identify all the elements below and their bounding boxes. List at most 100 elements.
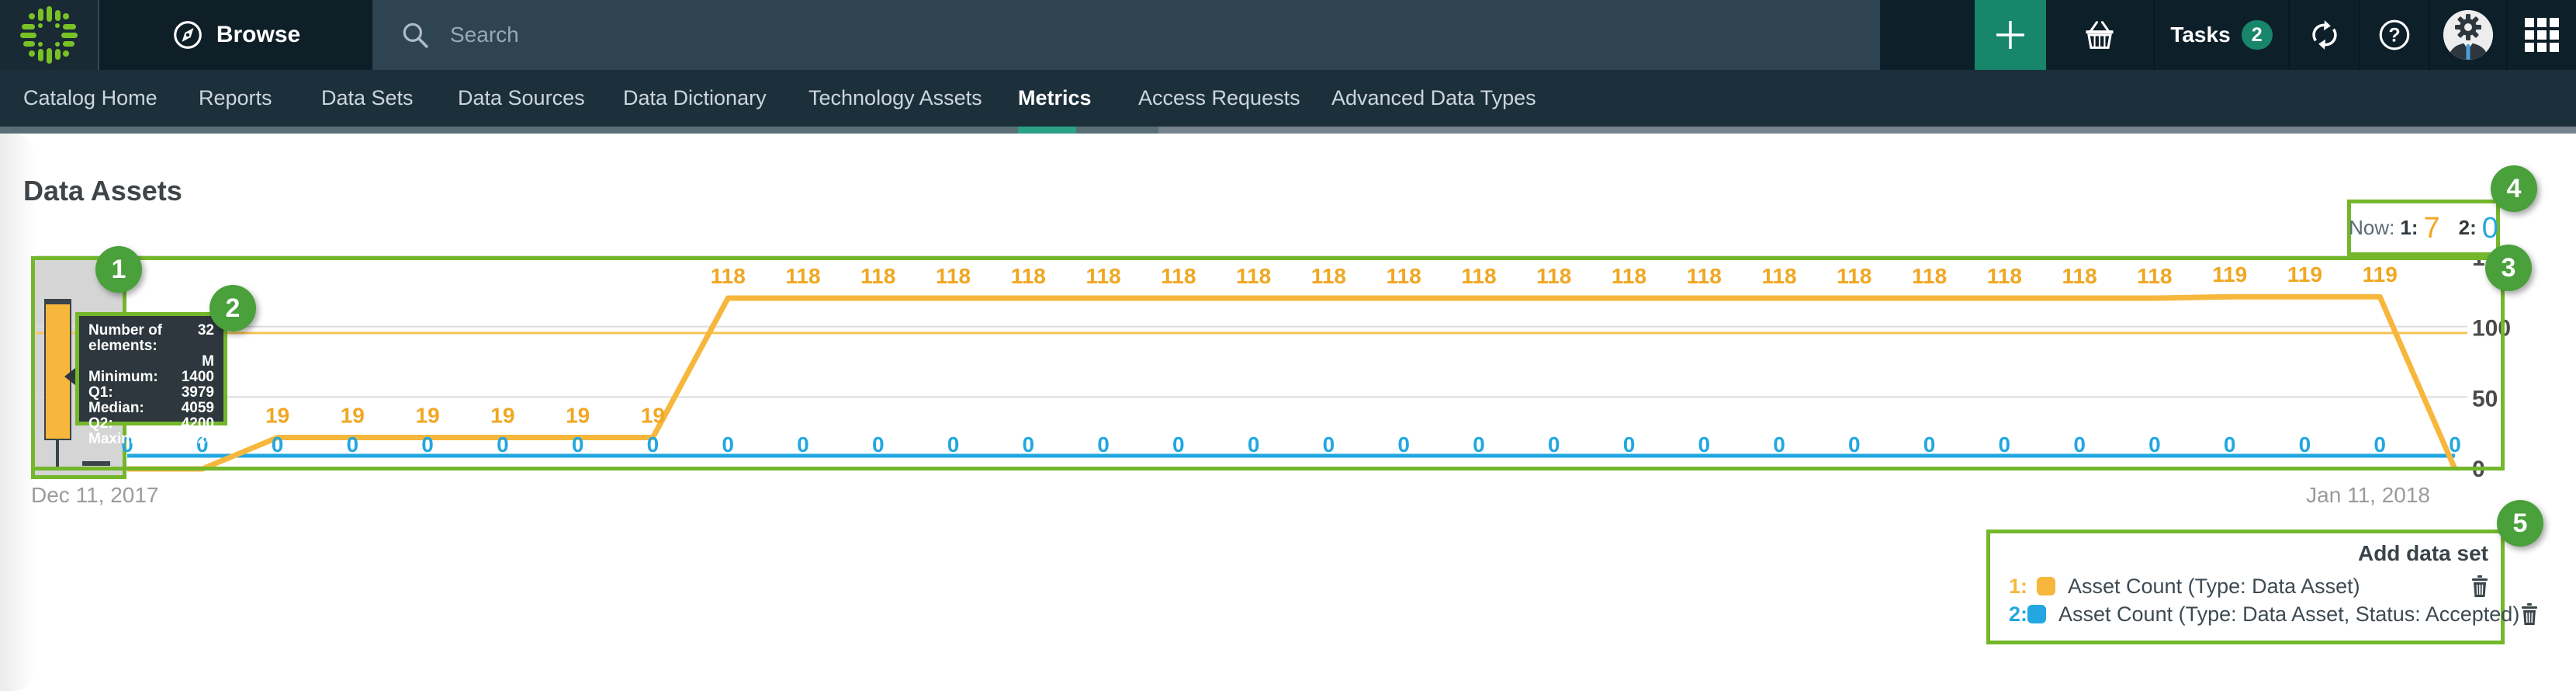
- search-icon: [400, 20, 430, 50]
- series2-value-label: 0: [872, 432, 885, 457]
- avatar: [2443, 10, 2493, 60]
- tooltip-row-value: 1400: [182, 370, 214, 385]
- tooltip-row-value: 4200: [182, 416, 214, 432]
- delete-series1-trash-icon[interactable]: [2470, 575, 2490, 597]
- series1-value-label: 118: [1011, 264, 1046, 288]
- user-menu[interactable]: [2430, 0, 2508, 70]
- annotation-badge-2: 2: [209, 285, 256, 332]
- series2-key: 2:: [2459, 216, 2477, 240]
- subnav-item-advanced-data-types[interactable]: Advanced Data Types: [1331, 70, 1536, 127]
- series1-value-label: 118: [2062, 264, 2097, 288]
- subnav-item-data-sources[interactable]: Data Sources: [458, 70, 585, 127]
- series2-value-label: 0: [272, 432, 284, 457]
- annotation-badge-5: 5: [2497, 500, 2543, 547]
- legend-rows: 1: Asset Count (Type: Data Asset) 2: Ass…: [1990, 572, 2501, 628]
- tooltip-row-label: Minimum:: [88, 370, 158, 385]
- tasks-button[interactable]: Tasks 2: [2155, 0, 2290, 70]
- series1-value-label: 118: [1461, 264, 1496, 288]
- series2-value-label: 0: [647, 432, 660, 457]
- series2-value-label: 0: [1548, 432, 1560, 457]
- legend-index: 2:: [2009, 602, 2027, 627]
- series2-current-value: 0: [2482, 214, 2498, 243]
- subnav-item-access-requests[interactable]: Access Requests: [1138, 70, 1300, 127]
- series2-value-label: 0: [2373, 432, 2386, 457]
- delete-series2-trash-icon[interactable]: [2519, 603, 2540, 625]
- boxplot-stats-tooltip: Number of elements:32 M Minimum: 1400 Q1:…: [75, 312, 227, 425]
- app-logo[interactable]: [0, 0, 99, 70]
- series1-value-label: 118: [1236, 264, 1271, 288]
- series1-value-label: 118: [1612, 264, 1646, 288]
- tooltip-row-label: Maximum:: [88, 432, 161, 447]
- tooltip-row-value: 4059: [182, 401, 214, 416]
- tooltip-row: Number of elements:32: [88, 323, 214, 354]
- x-axis-start-date: Dec 11, 2017: [31, 483, 159, 508]
- series2-value-label: 0: [1999, 432, 2011, 457]
- legend-swatch-orange: [2037, 577, 2055, 596]
- subnav-item-data-dictionary[interactable]: Data Dictionary: [623, 70, 767, 127]
- horizontal-scrollbar-track[interactable]: [0, 127, 2576, 134]
- subnav-item-metrics[interactable]: Metrics: [1018, 70, 1092, 127]
- series2-value-label: 0: [722, 432, 734, 457]
- help-button[interactable]: ?: [2360, 0, 2430, 70]
- tooltip-row: Q1: 3979: [88, 385, 214, 401]
- series2-value-label: 0: [1923, 432, 1936, 457]
- series1-value-label: 19: [566, 404, 590, 428]
- subnav-item-data-sets[interactable]: Data Sets: [321, 70, 414, 127]
- svg-text:?: ?: [2388, 24, 2400, 46]
- tooltip-row: M: [88, 354, 214, 370]
- series1-value-label: 19: [641, 404, 665, 428]
- series1-value-label: 119: [2287, 262, 2322, 286]
- series2-value-label: 0: [421, 432, 434, 457]
- apps-menu-button[interactable]: [2508, 0, 2576, 70]
- series2-value-label: 0: [347, 432, 359, 457]
- series1-value-label: 118: [936, 264, 971, 288]
- tooltip-row-value: 4224: [182, 432, 214, 447]
- tooltip-row-label: Q1:: [88, 385, 113, 401]
- horizontal-scrollbar-thumb[interactable]: [0, 127, 1158, 134]
- tooltip-body: Number of elements:32 M Minimum: 1400 Q1:…: [79, 316, 223, 454]
- series1-value-label: 118: [2137, 264, 2172, 288]
- series2-value-label: 0: [2224, 432, 2236, 457]
- boxplot-min-dash: [82, 461, 110, 466]
- series1-value-label: 19: [416, 404, 440, 428]
- legend-index: 1:: [2009, 575, 2037, 599]
- series2-value-label: 0: [1623, 432, 1636, 457]
- topbar-spacer: [1880, 0, 1975, 70]
- current-values-box: Now: 1: 7 2: 0: [2347, 200, 2500, 256]
- annotation-badge-4: 4: [2491, 165, 2537, 212]
- compose-add-button[interactable]: [1975, 0, 2046, 70]
- tooltip-row: Q2:4200: [88, 416, 214, 432]
- app-root: Browse Tasks 2: [0, 0, 2576, 691]
- browse-label: Browse: [216, 22, 300, 48]
- subnav-item-reports[interactable]: Reports: [199, 70, 272, 127]
- help-icon: ?: [2377, 17, 2412, 53]
- alation-logo-icon: [18, 4, 80, 66]
- plus-icon: [1993, 17, 2028, 53]
- tooltip-row: Minimum: 1400: [88, 370, 214, 385]
- series1-current-value: 7: [2423, 214, 2439, 243]
- sync-button[interactable]: [2290, 0, 2360, 70]
- data-set-legend: Add data set 1: Asset Count (Type: Data …: [1986, 530, 2505, 644]
- series2-value-label: 0: [797, 432, 809, 457]
- series2-value-label: 0: [947, 432, 960, 457]
- tooltip-row-value: 3979: [182, 385, 214, 401]
- subnav-item-catalog-home[interactable]: Catalog Home: [23, 70, 158, 127]
- series2-value-label: 0: [2148, 432, 2161, 457]
- search-input[interactable]: [450, 12, 1880, 58]
- x-axis-end-date: Jan 11, 2018: [2281, 483, 2430, 508]
- series1-value-label: 118: [1837, 264, 1871, 288]
- add-data-set-button[interactable]: Add data set: [1990, 533, 2501, 566]
- browse-button[interactable]: Browse: [99, 0, 372, 70]
- top-navbar: Browse Tasks 2: [0, 0, 2576, 70]
- y-axis-tick-label: 50: [2472, 386, 2498, 411]
- tasks-label: Tasks: [2170, 23, 2230, 47]
- basket-button[interactable]: [2046, 0, 2155, 70]
- y-axis-tick-label: 100: [2472, 316, 2511, 342]
- sync-refresh-icon: [2307, 17, 2342, 53]
- subnav-item-technology-assets[interactable]: Technology Assets: [808, 70, 982, 127]
- tooltip-row-label: Number of elements:: [88, 323, 198, 354]
- series2-value-label: 0: [572, 432, 584, 457]
- series1-value-label: 118: [1387, 264, 1421, 288]
- series1-value-label: 118: [1761, 264, 1796, 288]
- series2-value-label: 0: [1397, 432, 1410, 457]
